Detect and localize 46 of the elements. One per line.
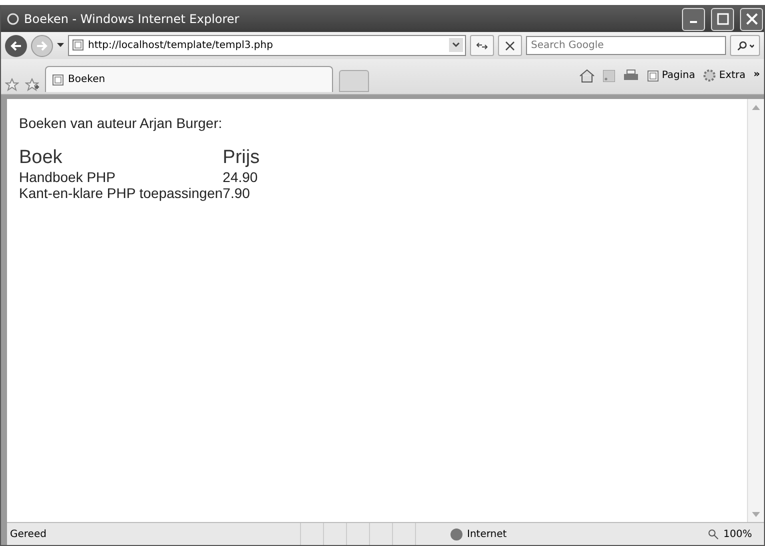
page-icon [52, 74, 64, 86]
table-cell-text: 7.90 [222, 185, 251, 201]
scroll-down-icon [752, 512, 760, 516]
page-heading: Boeken van auteur Arjan Burger: [19, 115, 224, 131]
window-title: Boeken - Windows Internet Explorer [24, 12, 240, 26]
add-favorite-icon [25, 78, 39, 92]
back-button[interactable] [5, 34, 27, 56]
star-icon [5, 78, 19, 92]
column-header: Prijs [222, 147, 260, 169]
caret-icon [57, 43, 64, 48]
table-cell-text: Handboek PHP [19, 169, 117, 185]
printer-icon [622, 68, 639, 82]
maximize-icon [716, 13, 728, 25]
stop-button[interactable] [498, 35, 522, 56]
globe-icon [450, 528, 463, 540]
minimize-button[interactable] [682, 8, 705, 30]
table-cell-text: 24.90 [222, 169, 259, 185]
zoom-icon [708, 528, 720, 540]
search-icon [736, 40, 754, 50]
arrow-right-icon [36, 40, 48, 52]
page-icon [72, 39, 84, 51]
scrollbar[interactable] [747, 99, 764, 522]
column-header: Boek [19, 147, 64, 169]
zoom-control[interactable]: 100% [708, 528, 764, 540]
page-icon [646, 70, 659, 82]
dropdown-icon [449, 38, 463, 52]
status-text: Gereed [9, 528, 48, 540]
overflow-button[interactable]: » [754, 68, 760, 80]
search-field[interactable]: Search Google [526, 36, 726, 55]
page-menu[interactable]: Pagina [646, 70, 696, 82]
maximize-button[interactable] [711, 8, 734, 30]
close-icon [746, 13, 758, 25]
home-icon [578, 68, 595, 82]
browser-tab[interactable]: Boeken [45, 66, 333, 92]
gear-icon [703, 69, 716, 82]
arrow-left-icon [10, 40, 22, 52]
refresh-icon [476, 40, 488, 50]
address-field[interactable]: http://localhost/template/templ3.php [68, 35, 466, 56]
security-zone: Internet [438, 528, 708, 540]
refresh-button[interactable] [470, 35, 494, 56]
table-cell: Kant-en-klare PHP toepassingen [19, 185, 223, 201]
search-button[interactable] [730, 35, 760, 56]
scroll-up-icon [752, 104, 760, 110]
tools-menu[interactable]: Extra [703, 69, 746, 82]
stop-icon [505, 40, 515, 50]
close-button[interactable] [740, 8, 763, 30]
